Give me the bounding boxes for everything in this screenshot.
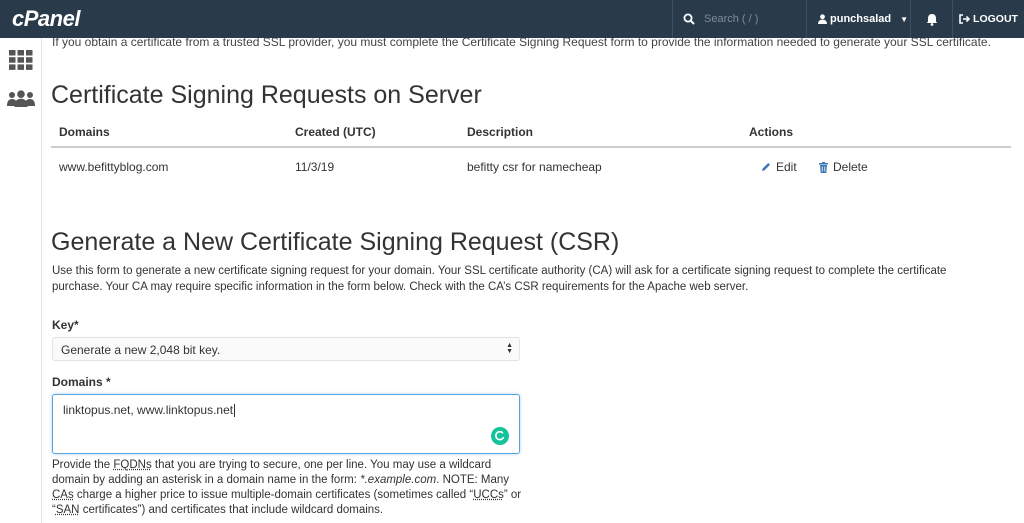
help-text-3: . NOTE: Many (436, 474, 510, 486)
header-domains: Domains (59, 125, 110, 139)
row-description: befitty csr for namecheap (467, 160, 602, 174)
logout-label: LOGOUT (973, 13, 1018, 25)
domains-help-text: Provide the FQDNs that you are trying to… (52, 458, 530, 518)
username: punchsalad (830, 13, 892, 25)
header-actions: Actions (749, 125, 794, 139)
domains-label: Domains * (52, 375, 111, 389)
table-row: www.befittyblog.com 11/3/19 befitty csr … (51, 148, 1011, 186)
logout-icon (959, 14, 971, 24)
domains-textarea[interactable]: linktopus.net, www.linktopus.net (52, 394, 520, 454)
csr-table: Domains Created (UTC) Description Action… (51, 114, 1011, 186)
notifications-button[interactable] (910, 0, 952, 38)
users-icon[interactable] (7, 90, 35, 107)
pencil-icon (762, 163, 770, 171)
san-abbr: SAN (55, 504, 80, 516)
chevron-down-icon: ▼ (900, 14, 909, 24)
delete-link[interactable]: Delete (819, 160, 868, 174)
top-bar: cPanel Search ( / ) punchsalad ▼ LOGOUT (0, 0, 1024, 38)
row-domain: www.befittyblog.com (59, 160, 169, 174)
search-box[interactable]: Search ( / ) (672, 0, 806, 38)
search-placeholder: Search ( / ) (704, 13, 759, 25)
grid-icon[interactable] (9, 50, 33, 70)
trash-icon (819, 161, 828, 173)
intro-text: Use this form to generate a new certific… (52, 265, 947, 293)
table-header: Domains Created (UTC) Description Action… (51, 114, 1011, 148)
cpanel-logo[interactable]: cPanel (12, 6, 80, 32)
edit-link[interactable]: Edit (761, 160, 797, 174)
grammarly-icon[interactable] (491, 427, 509, 445)
example-domain: *.example.com (360, 474, 437, 486)
logout-button[interactable]: LOGOUT (952, 0, 1024, 38)
edit-label: Edit (776, 160, 797, 174)
key-select-value: Generate a new 2,048 bit key. (61, 343, 221, 357)
csr-section-title: Certificate Signing Requests on Server (51, 81, 482, 109)
header-created: Created (UTC) (295, 125, 376, 139)
delete-label: Delete (833, 160, 868, 174)
row-created: 11/3/19 (295, 160, 335, 174)
user-menu[interactable]: punchsalad ▼ (806, 0, 910, 38)
help-text-1: Provide the (52, 459, 114, 471)
help-text-6: certificates”) and certificates that inc… (79, 504, 384, 516)
text-caret (234, 404, 236, 418)
fqdns-abbr: FQDNs (113, 459, 152, 471)
cas-abbr: CAs (52, 489, 74, 501)
user-icon (818, 14, 827, 24)
header-description: Description (467, 125, 534, 139)
key-label: Key* (52, 318, 79, 332)
domains-value: linktopus.net, www.linktopus.net (63, 403, 234, 417)
bell-icon (926, 13, 937, 26)
help-text-4: charge a higher price to issue multiple-… (73, 489, 474, 501)
sidebar (0, 38, 42, 523)
key-select[interactable]: Generate a new 2,048 bit key. ▲ ▼ (52, 337, 520, 361)
generate-section-title: Generate a New Certificate Signing Reque… (51, 228, 620, 256)
cut-off-text: If you obtain a certificate from a trust… (52, 38, 991, 49)
uccs-abbr: UCCs (473, 489, 504, 501)
select-arrows-icon: ▲ ▼ (506, 342, 513, 355)
main-content: If you obtain a certificate from a trust… (42, 38, 1024, 523)
search-icon (683, 13, 695, 25)
